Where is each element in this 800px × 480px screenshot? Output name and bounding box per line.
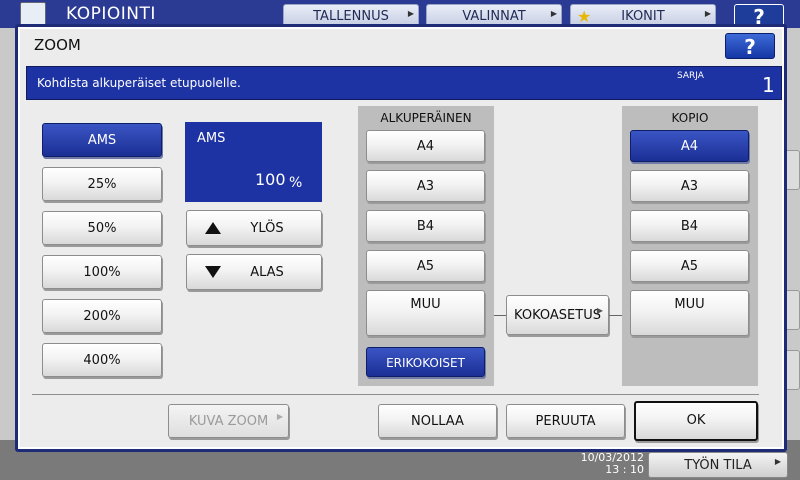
message-bar: Kohdista alkuperäiset etupuolelle. SARJA… [26,66,782,100]
ratio-400-button[interactable]: 400% [42,343,162,377]
copy-a4-button[interactable]: A4 [630,130,749,162]
connector-line [609,315,622,316]
original-header: ALKUPERÄINEN [380,111,472,125]
arrow-icon: ▶ [276,412,283,421]
arrow-icon: ▶ [550,9,557,18]
zoom-value-display: AMS 100 % [185,122,322,202]
ratio-ams-button[interactable]: AMS [42,123,162,157]
ratio-100-button[interactable]: 100% [42,255,162,289]
copy-a5-button[interactable]: A5 [630,250,749,282]
job-status-button[interactable]: TYÖN TILA ▶ [648,452,788,478]
zoom-mode-label: AMS [197,131,226,146]
connector-line [494,315,506,316]
arrow-icon: ▶ [596,306,603,315]
copy-other-button[interactable]: MUU [630,290,749,336]
original-a5-button[interactable]: A5 [366,250,485,282]
arrow-icon: ▶ [774,457,781,466]
original-other-button[interactable]: MUU [366,290,485,336]
image-zoom-button[interactable]: KUVA ZOOM ▶ [168,404,289,438]
zoom-down-button[interactable]: ALAS [186,254,322,290]
date-time: 10/03/2012 13 : 10 [580,451,644,476]
original-b4-button[interactable]: B4 [366,210,485,242]
original-a4-button[interactable]: A4 [366,130,485,162]
copy-app-icon [20,2,46,26]
copy-b4-button[interactable]: B4 [630,210,749,242]
zoom-unit: % [289,175,303,191]
reset-button[interactable]: NOLLAA [378,404,497,438]
arrow-icon: ▶ [407,9,414,18]
ok-button[interactable]: OK [634,401,758,441]
ratio-25-button[interactable]: 25% [42,167,162,201]
original-a3-button[interactable]: A3 [366,170,485,202]
set-label: SARJA [677,71,704,81]
copy-a3-button[interactable]: A3 [630,170,749,202]
arrow-icon: ▶ [704,9,711,18]
size-setting-button[interactable]: KOKOASETUS ▶ [506,295,609,335]
dialog-title: ZOOM [34,36,81,54]
special-sizes-button[interactable]: ERIKOKOISET [366,347,485,377]
zoom-up-button[interactable]: YLÖS [186,210,322,246]
down-arrow-icon [205,266,221,278]
ratio-50-button[interactable]: 50% [42,211,162,245]
footer-divider [32,394,759,395]
dialog-titlebar [21,30,781,62]
help-button[interactable]: ? [725,33,775,59]
set-count: 1 [762,73,775,97]
app-title: KOPIOINTI [66,4,156,24]
zoom-value: 100 [255,170,286,189]
up-arrow-icon [205,222,221,234]
ratio-200-button[interactable]: 200% [42,299,162,333]
message-text: Kohdista alkuperäiset etupuolelle. [37,76,241,90]
cancel-button[interactable]: PERUUTA [506,404,625,438]
copy-header: KOPIO [671,111,709,125]
